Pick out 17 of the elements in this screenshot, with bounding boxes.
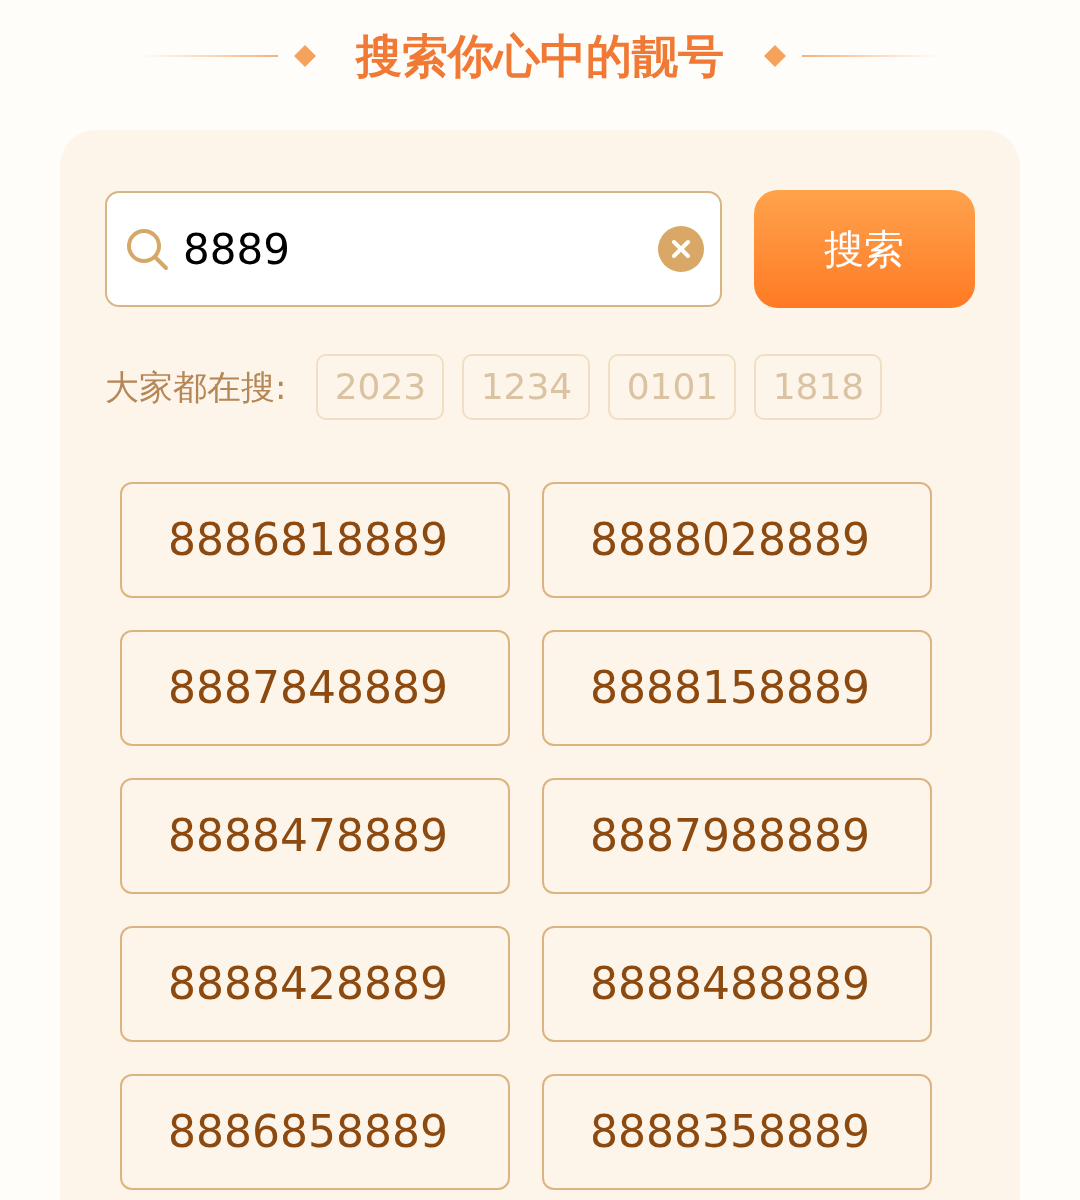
number-option[interactable]: 8888028889 xyxy=(542,482,932,598)
number-option[interactable]: 8886818889 xyxy=(120,482,510,598)
search-text: 8889 xyxy=(183,223,291,276)
number-option[interactable]: 8888428889 xyxy=(120,926,510,1042)
number-option[interactable]: 8886858889 xyxy=(120,1074,510,1190)
hot-search-label: 大家都在搜: xyxy=(105,365,287,409)
number-option[interactable]: 8888358889 xyxy=(542,1074,932,1190)
number-option[interactable]: 8888478889 xyxy=(120,778,510,894)
section-title: 搜索你心中的靓号 xyxy=(356,33,724,79)
clear-icon[interactable] xyxy=(657,226,704,272)
number-option[interactable]: 8887988889 xyxy=(542,778,932,894)
number-option[interactable]: 8888488889 xyxy=(542,926,932,1042)
number-option[interactable]: 8888158889 xyxy=(542,630,932,746)
number-option[interactable]: 8887848889 xyxy=(120,630,510,746)
diamond-icon xyxy=(764,45,786,67)
search-field[interactable]: 8889 xyxy=(105,191,722,307)
diamond-icon xyxy=(294,45,316,67)
